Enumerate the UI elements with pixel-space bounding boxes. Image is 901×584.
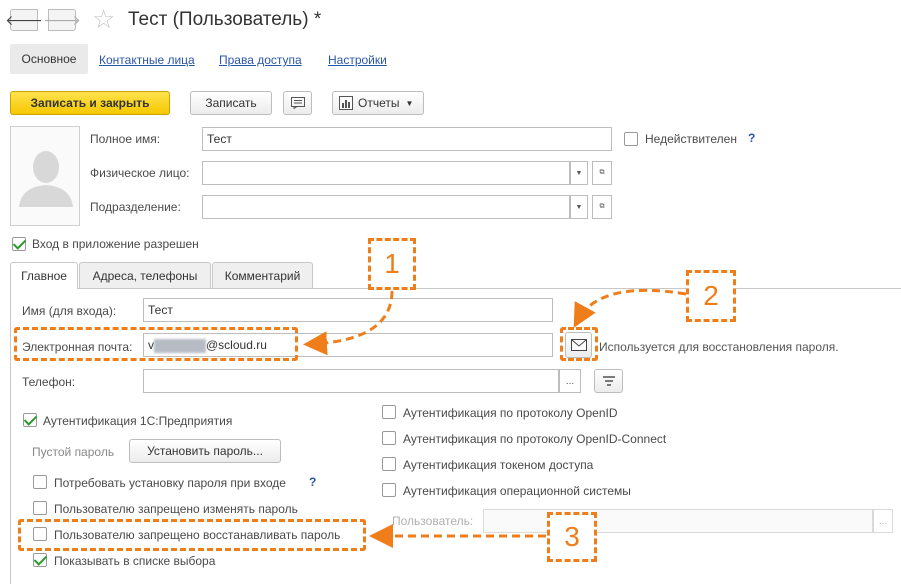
arrow-1 xyxy=(303,290,394,356)
annotation-arrows xyxy=(303,288,687,548)
arrow-2 xyxy=(573,288,687,328)
